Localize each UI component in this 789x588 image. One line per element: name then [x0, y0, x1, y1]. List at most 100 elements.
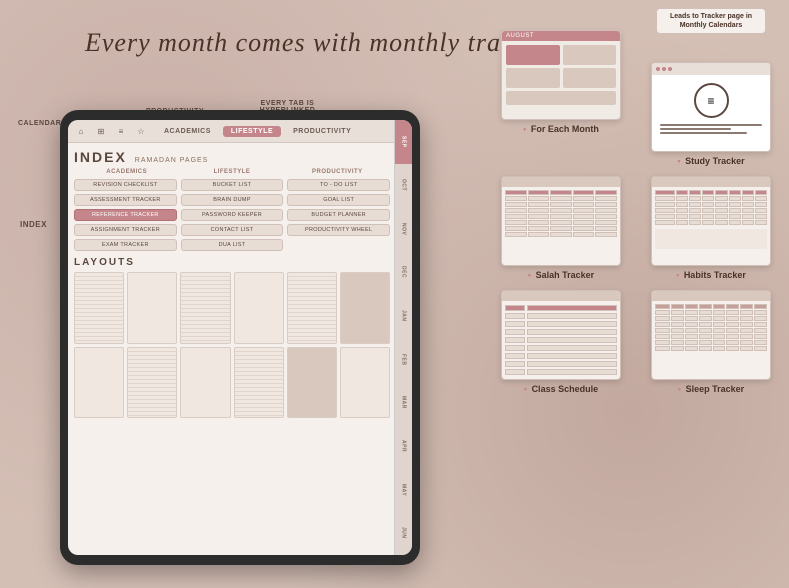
sl-cell	[685, 340, 698, 345]
schedule-rows	[502, 301, 620, 379]
tab-productivity[interactable]: PRODUCTIVITY	[285, 126, 359, 137]
table-row	[655, 340, 767, 345]
table-row	[655, 334, 767, 339]
list-item[interactable]: REFERENCE TRACKER	[74, 209, 177, 221]
layout-thumb	[234, 347, 284, 419]
h-cell	[676, 220, 688, 225]
list-item[interactable]: BUDGET PLANNER	[287, 209, 390, 221]
col-header-academics: ACADEMICS	[74, 169, 179, 175]
thumb-label-for-each-month: • For Each Month	[523, 124, 599, 134]
home-icon[interactable]: ⌂	[74, 124, 88, 138]
sched-cell	[505, 329, 525, 335]
bullet-dot: •	[678, 384, 681, 394]
thumb-label-habits-tracker: • Habits Tracker	[676, 270, 746, 280]
list-item[interactable]: BUCKET LIST	[181, 179, 284, 191]
sl-cell	[655, 322, 670, 327]
sched-cell	[527, 313, 617, 319]
h-cell	[729, 202, 741, 207]
list-item[interactable]: EXAM TRACKER	[74, 239, 177, 251]
grid-icon[interactable]: ⊞	[94, 124, 108, 138]
bullet-dot: •	[528, 270, 531, 280]
bullet-dot: •	[523, 124, 526, 134]
month-tab-dec[interactable]: DEC	[394, 251, 412, 295]
list-item[interactable]: PRODUCTIVITY WHEEL	[287, 224, 390, 236]
sl-cell	[754, 310, 767, 315]
hamburger-icon: ≡	[694, 83, 729, 118]
month-tab-mar[interactable]: MAR	[394, 381, 412, 425]
h-cell	[689, 202, 701, 207]
sched-cell	[505, 361, 525, 367]
layouts-title: LAYOUTS	[74, 257, 390, 268]
list-item[interactable]: BRAIN DUMP	[181, 194, 284, 206]
large-empty-area	[655, 229, 767, 249]
month-tab-nov[interactable]: NOV	[394, 207, 412, 251]
sl-cell	[754, 322, 767, 327]
sl-cell	[740, 340, 753, 345]
sched-cell	[527, 305, 617, 311]
index-label: INDEX	[74, 149, 127, 165]
sl-cell	[671, 304, 684, 309]
layout-thumb	[340, 272, 390, 344]
table-row	[655, 316, 767, 321]
h-cell	[676, 196, 688, 201]
month-tab-oct[interactable]: OCT	[394, 164, 412, 208]
layout-thumb	[74, 347, 124, 419]
tracker-cell	[528, 202, 550, 207]
sl-cell	[726, 340, 739, 345]
sl-cell	[754, 334, 767, 339]
h-cell	[729, 208, 741, 213]
sl-cell	[655, 328, 670, 333]
list-item[interactable]: DUA LIST	[181, 239, 284, 251]
salah-tracker-preview	[501, 176, 621, 266]
list-item[interactable]: GOAL LIST	[287, 194, 390, 206]
h-cell	[755, 220, 767, 225]
sl-cell	[655, 340, 670, 345]
sl-cell	[726, 310, 739, 315]
menu-icon[interactable]: ≡	[114, 124, 128, 138]
h-cell	[655, 196, 675, 201]
month-tab-feb[interactable]: FEB	[394, 338, 412, 382]
list-item[interactable]: CONTACT LIST	[181, 224, 284, 236]
sched-cell	[527, 345, 617, 351]
tracker-cell	[573, 214, 595, 219]
h-cell-hdr	[702, 190, 714, 195]
tracker-cell	[595, 232, 617, 237]
tracker-cell	[550, 226, 572, 231]
star-icon[interactable]: ☆	[134, 124, 148, 138]
month-tab-jun[interactable]: JUN	[394, 512, 412, 556]
sl-cell	[655, 304, 670, 309]
h-cell-hdr	[742, 190, 754, 195]
sl-cell	[740, 346, 753, 351]
sl-cell	[713, 310, 726, 315]
month-tab-may[interactable]: MAY	[394, 468, 412, 512]
list-item[interactable]: ASSESSMENT TRACKER	[74, 194, 177, 206]
tracker-cell	[573, 208, 595, 213]
layout-thumb	[234, 272, 284, 344]
august-header: AUGUST	[502, 31, 620, 41]
sl-cell	[740, 310, 753, 315]
sl-cell	[671, 340, 684, 345]
h-cell-hdr	[655, 190, 675, 195]
list-item[interactable]: REVISION CHECKLIST	[74, 179, 177, 191]
month-tab-sep[interactable]: SEP	[394, 120, 412, 164]
lifestyle-col: BUCKET LIST BRAIN DUMP PASSWORD KEEPER C…	[181, 179, 284, 251]
h-cell	[689, 214, 701, 219]
sl-cell	[713, 328, 726, 333]
tracker-cell	[595, 214, 617, 219]
list-item[interactable]: TO - DO LIST	[287, 179, 390, 191]
browser-dot-2	[662, 67, 666, 71]
sl-cell	[655, 334, 670, 339]
tracker-cell	[528, 196, 550, 201]
list-item[interactable]: ASSIGNMENT TRACKER	[74, 224, 177, 236]
academics-col: REVISION CHECKLIST ASSESSMENT TRACKER RE…	[74, 179, 177, 251]
h-cell	[715, 220, 727, 225]
sl-cell	[671, 346, 684, 351]
layouts-grid	[74, 272, 390, 418]
h-cell	[655, 208, 675, 213]
sched-cell	[505, 345, 525, 351]
tab-lifestyle[interactable]: LIFESTYLE	[223, 126, 281, 137]
list-item[interactable]: PASSWORD KEEPER	[181, 209, 284, 221]
tab-academics[interactable]: ACADEMICS	[156, 126, 219, 137]
month-tab-jan[interactable]: JAN	[394, 294, 412, 338]
month-tab-apr[interactable]: APR	[394, 425, 412, 469]
